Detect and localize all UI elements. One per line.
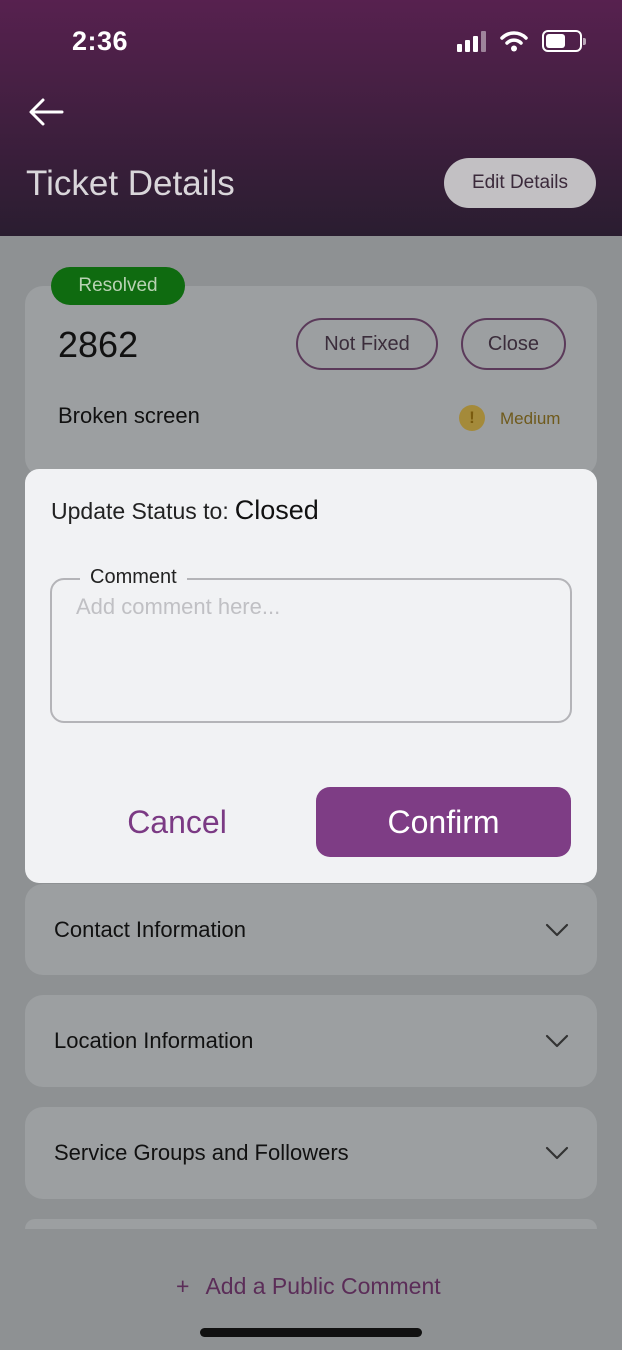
add-public-comment-label: Add a Public Comment	[205, 1273, 441, 1299]
confirm-button[interactable]: Confirm	[316, 787, 571, 857]
section-partial	[25, 1219, 597, 1229]
wifi-icon	[500, 31, 528, 52]
close-ticket-button[interactable]: Close	[461, 318, 566, 370]
section-location-information[interactable]: Location Information	[25, 995, 597, 1087]
section-contact-information[interactable]: Contact Information	[25, 884, 597, 975]
dialog-heading-prefix: Update Status to:	[51, 498, 229, 524]
chevron-down-icon	[545, 923, 569, 937]
edit-details-button[interactable]: Edit Details	[444, 158, 596, 208]
dialog-heading-status: Closed	[234, 495, 319, 525]
section-service-groups-and-followers[interactable]: Service Groups and Followers	[25, 1107, 597, 1199]
comment-label: Comment	[80, 566, 187, 589]
app-header: 2:36 Ticket Details Edit Details	[0, 0, 622, 236]
not-fixed-button[interactable]: Not Fixed	[296, 318, 438, 370]
priority-warning-icon: !	[459, 405, 485, 431]
status-bar-icons	[457, 30, 586, 52]
section-title: Service Groups and Followers	[54, 1140, 349, 1165]
plus-icon: +	[176, 1273, 190, 1299]
update-status-dialog: Update Status to: Closed Comment Cancel …	[25, 469, 597, 883]
ticket-summary-card	[25, 286, 597, 476]
chevron-down-icon	[545, 1146, 569, 1160]
comment-field: Comment	[50, 566, 572, 723]
status-bar-time: 2:36	[72, 26, 129, 56]
chevron-down-icon	[545, 1034, 569, 1048]
comment-input[interactable]	[76, 594, 546, 704]
home-indicator	[200, 1328, 422, 1337]
ticket-number: 2862	[58, 324, 139, 365]
battery-icon	[542, 30, 586, 52]
priority-label: Medium	[500, 409, 561, 428]
add-public-comment-link[interactable]: + Add a Public Comment	[176, 1273, 441, 1300]
cancel-button[interactable]: Cancel	[87, 787, 267, 857]
section-title: Contact Information	[54, 917, 246, 942]
back-arrow-icon[interactable]	[26, 94, 66, 130]
section-title: Location Information	[54, 1028, 254, 1053]
ticket-description: Broken screen	[58, 403, 200, 428]
cellular-signal-icon	[457, 30, 486, 52]
page-title: Ticket Details	[26, 164, 235, 203]
dialog-heading: Update Status to: Closed	[51, 495, 319, 526]
status-badge: Resolved	[51, 267, 185, 305]
